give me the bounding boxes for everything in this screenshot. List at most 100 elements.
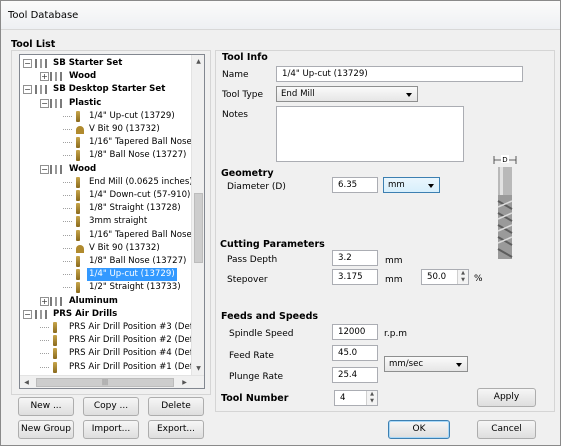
spin-down-icon[interactable]: ▼ bbox=[458, 277, 468, 284]
diameter-field[interactable]: 6.35 bbox=[332, 177, 378, 193]
tree-item-label: PRS Air Drills bbox=[53, 308, 118, 319]
hscroll-thumb[interactable]: ||| bbox=[36, 378, 174, 387]
tree-group-item[interactable]: + Aluminum bbox=[20, 295, 190, 308]
tool-number-spinner[interactable]: 4 ▲ ▼ bbox=[334, 390, 378, 406]
tree-tool-item[interactable]: V Bit 90 (13732) bbox=[20, 123, 190, 136]
tree-group-item[interactable]: + Wood bbox=[20, 70, 190, 83]
collapse-icon[interactable]: − bbox=[40, 164, 49, 174]
tree-connector bbox=[63, 115, 72, 117]
stepover-field[interactable]: 3.175 bbox=[332, 269, 378, 285]
name-label: Name bbox=[222, 70, 249, 80]
tool-type-select[interactable]: End Mill bbox=[276, 86, 418, 102]
tool-number-spin-buttons[interactable]: ▲ ▼ bbox=[366, 391, 377, 405]
collapse-icon[interactable]: − bbox=[40, 98, 49, 108]
tree-tool-item[interactable]: 1/8" Straight (13728) bbox=[20, 202, 190, 215]
tool-tree[interactable]: − SB Starter Set + Wood − SB Desktop Starter … bbox=[19, 54, 205, 389]
tree-item-label: SB Desktop Starter Set bbox=[53, 84, 166, 95]
stepover-percent-value: 50.0 bbox=[427, 272, 447, 282]
copy-tool-button[interactable]: Copy ... bbox=[83, 397, 139, 416]
v-bit-icon bbox=[76, 126, 84, 134]
tree-tool-item[interactable]: PRS Air Drill Position #3 (Defin bbox=[20, 321, 201, 334]
spin-up-icon[interactable]: ▲ bbox=[367, 391, 377, 398]
tree-tool-item[interactable]: 1/4" Up-cut (13729) bbox=[20, 268, 190, 282]
end-mill-icon bbox=[76, 229, 80, 241]
title-bar: Tool Database bbox=[1, 1, 560, 30]
new-group-button[interactable]: New Group bbox=[18, 420, 74, 439]
name-field[interactable]: 1/4" Up-cut (13729) bbox=[276, 66, 523, 82]
end-mill-icon bbox=[76, 176, 80, 188]
tree-tool-item[interactable]: PRS Air Drill Position #4 (Defin bbox=[20, 347, 201, 360]
chevron-down-icon bbox=[456, 363, 462, 367]
stepover-spin-buttons[interactable]: ▲ ▼ bbox=[457, 270, 468, 284]
tree-tool-item[interactable]: 1/16" Tapered Ball Nose (1 bbox=[20, 136, 203, 149]
scroll-right-icon[interactable]: ▶ bbox=[178, 376, 191, 388]
spin-down-icon[interactable]: ▼ bbox=[367, 398, 377, 405]
tree-connector bbox=[63, 181, 72, 183]
end-mill-icon bbox=[76, 203, 80, 215]
tree-tool-item[interactable]: 1/8" Ball Nose (13727) bbox=[20, 255, 190, 268]
collapse-icon[interactable]: − bbox=[23, 85, 32, 95]
tree-tool-item[interactable]: 1/2" Straight (13733) bbox=[20, 281, 190, 294]
tree-item-label: Aluminum bbox=[69, 295, 118, 306]
tree-tool-item[interactable]: 1/4" Up-cut (13729) bbox=[20, 110, 190, 123]
tree-tool-item[interactable]: End Mill (0.0625 inches) bbox=[20, 176, 193, 189]
tree-tool-item[interactable]: V Bit 90 (13732) bbox=[20, 242, 190, 255]
tree-group-item[interactable]: − SB Starter Set bbox=[20, 57, 190, 70]
tree-connector bbox=[40, 353, 49, 355]
spindle-speed-field[interactable]: 12000 bbox=[332, 324, 378, 340]
scroll-down-icon[interactable]: ▼ bbox=[192, 362, 204, 375]
import-button[interactable]: Import... bbox=[83, 420, 139, 439]
tree-group-item[interactable]: − SB Desktop Starter Set bbox=[20, 83, 190, 96]
export-button[interactable]: Export... bbox=[148, 420, 204, 439]
tree-tool-item[interactable]: 1/4" Down-cut (57-910) bbox=[20, 189, 190, 202]
cancel-button[interactable]: Cancel bbox=[477, 420, 536, 439]
scroll-up-icon[interactable]: ▲ bbox=[192, 55, 204, 68]
tree-item-label: V Bit 90 (13732) bbox=[89, 124, 160, 134]
rate-units-value: mm/sec bbox=[389, 359, 424, 369]
tree-tool-item[interactable]: 1/16" Tapered Ball Nose (1 bbox=[20, 229, 203, 242]
tree-connector bbox=[63, 247, 72, 249]
delete-tool-button[interactable]: Delete bbox=[148, 397, 204, 416]
collapse-icon[interactable]: − bbox=[23, 59, 32, 68]
tree-group-item[interactable]: − PRS Air Drills bbox=[20, 308, 190, 321]
tree-tool-item[interactable]: PRS Air Drill Position #2 (Defin bbox=[20, 334, 201, 347]
tool-list-heading: Tool List bbox=[11, 39, 56, 50]
stepover-percent-spinner[interactable]: 50.0 ▲ ▼ bbox=[421, 269, 469, 285]
scroll-thumb[interactable] bbox=[194, 193, 203, 263]
geometry-units-select[interactable]: mm bbox=[383, 177, 440, 193]
tree-horizontal-scrollbar[interactable]: ◀ ||| ▶ bbox=[20, 375, 204, 388]
end-mill-icon bbox=[53, 348, 57, 360]
tree-tool-item[interactable]: PRS Air Drill Position #1 (Defin bbox=[20, 361, 201, 374]
apply-button[interactable]: Apply bbox=[477, 388, 536, 407]
end-mill-icon bbox=[53, 322, 57, 333]
cutting-parameters-heading: Cutting Parameters bbox=[220, 239, 325, 250]
ok-button[interactable]: OK bbox=[388, 420, 450, 439]
new-tool-button[interactable]: New ... bbox=[18, 397, 74, 416]
stepover-unit: mm bbox=[385, 275, 403, 285]
rate-units-select[interactable]: mm/sec bbox=[384, 356, 468, 372]
end-mill-diagram-icon: D bbox=[493, 155, 517, 259]
tool-database-window: Tool Database Tool List − SB Starter Set +… bbox=[0, 0, 561, 446]
tree-item-label: Wood bbox=[69, 71, 97, 82]
tree-connector bbox=[63, 287, 72, 289]
pass-depth-field[interactable]: 3.2 bbox=[332, 250, 378, 266]
spin-up-icon[interactable]: ▲ bbox=[458, 270, 468, 277]
collapse-icon[interactable]: − bbox=[23, 309, 32, 319]
expand-icon[interactable]: + bbox=[40, 296, 49, 306]
scroll-left-icon[interactable]: ◀ bbox=[20, 376, 33, 388]
end-mill-icon bbox=[76, 256, 80, 267]
plunge-rate-field[interactable]: 25.4 bbox=[332, 367, 378, 383]
tree-tool-item[interactable]: 1/8" Ball Nose (13727) bbox=[20, 149, 190, 162]
notes-textarea[interactable] bbox=[276, 106, 464, 162]
expand-icon[interactable]: + bbox=[40, 72, 49, 82]
tree-vertical-scrollbar[interactable]: ▲ ▼ bbox=[191, 55, 204, 375]
tree-connector bbox=[63, 129, 72, 130]
tree-group-item[interactable]: − Plastic bbox=[20, 97, 190, 110]
tool-info-heading: Tool Info bbox=[222, 52, 268, 63]
tool-group-icon bbox=[35, 85, 47, 95]
pass-depth-unit: mm bbox=[385, 256, 403, 266]
tree-tool-item[interactable]: 3mm straight bbox=[20, 215, 190, 228]
tree-group-item[interactable]: − Wood bbox=[20, 163, 190, 176]
spindle-speed-label: Spindle Speed bbox=[229, 329, 294, 339]
feed-rate-field[interactable]: 45.0 bbox=[332, 345, 378, 361]
